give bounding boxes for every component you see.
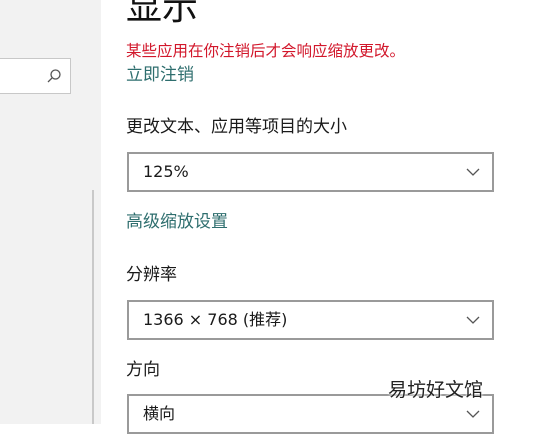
orientation-label: 方向 (126, 360, 160, 380)
scale-dropdown[interactable]: 125% (127, 152, 494, 192)
watermark: 易坊好文馆 (388, 379, 484, 401)
scaling-warning-text: 某些应用在你注销后才会响应缩放更改。 (126, 42, 406, 60)
advanced-scaling-link[interactable]: 高级缩放设置 (126, 211, 228, 233)
sidebar (0, 0, 101, 424)
search-input[interactable] (0, 58, 71, 94)
orientation-dropdown-value: 横向 (143, 404, 176, 423)
resolution-dropdown[interactable]: 1366 × 768 (推荐) (127, 300, 494, 340)
sidebar-scrollbar[interactable] (92, 190, 94, 424)
chevron-down-icon (466, 168, 480, 176)
chevron-down-icon (466, 410, 480, 418)
resolution-label: 分辨率 (126, 265, 177, 285)
scale-dropdown-value: 125% (143, 162, 189, 181)
page-title: 显示 (126, 0, 199, 28)
sign-out-link[interactable]: 立即注销 (126, 64, 194, 86)
scale-label: 更改文本、应用等项目的大小 (126, 117, 347, 137)
search-icon[interactable] (46, 68, 62, 84)
resolution-dropdown-value: 1366 × 768 (推荐) (143, 310, 288, 329)
chevron-down-icon (466, 316, 480, 324)
